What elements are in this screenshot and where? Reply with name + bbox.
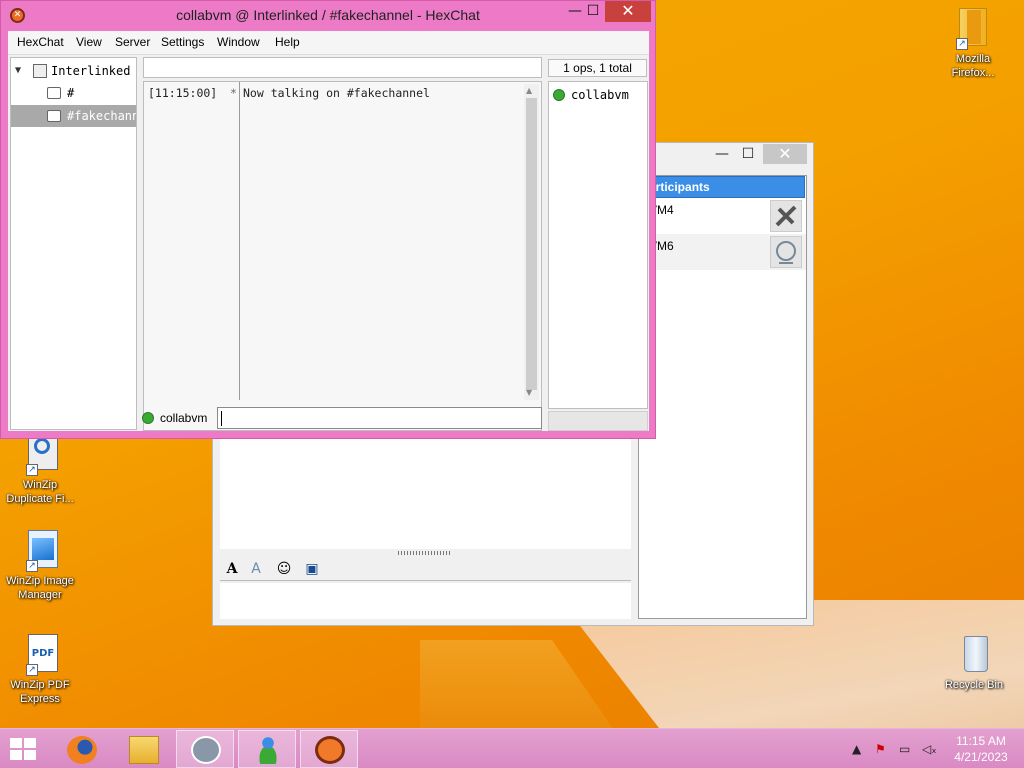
message-timestamp: [11:15:00] <box>148 86 218 100</box>
hexchat-window: ✕ collabvm @ Interlinked / #fakechannel … <box>0 0 656 439</box>
menu-settings[interactable]: Settings <box>161 35 204 49</box>
scrollbar-thumb[interactable] <box>526 98 537 390</box>
action-center-flag-icon[interactable]: ⚑ <box>875 742 886 756</box>
start-button[interactable] <box>10 738 38 760</box>
tree-item-label: Interlinked <box>51 64 131 78</box>
save-icon[interactable]: ▣ <box>302 560 322 578</box>
participants-panel: Participants VM4 VM6 <box>638 175 807 619</box>
maximize-button[interactable]: ☐ <box>735 144 761 164</box>
participant-avatar <box>770 236 802 268</box>
message-marker: * <box>230 86 237 100</box>
hexchat-client-area: HexChat View Server Settings Window Help… <box>8 31 649 431</box>
font-style-icon[interactable]: A <box>246 560 266 578</box>
user-list-buttons <box>548 411 648 431</box>
participants-header: Participants <box>640 176 805 198</box>
hexchat-icon <box>315 736 345 764</box>
desktop-icon-label: WinZip Duplicate Fi... <box>6 479 74 505</box>
window-title: collabvm @ Interlinked / #fakechannel - … <box>176 7 480 23</box>
chat-scrollbar[interactable]: ▲ ▼ <box>524 84 539 400</box>
refresh-app-icon <box>191 736 221 764</box>
nick-label: collabvm <box>160 411 208 425</box>
tree-item-channel[interactable]: # <box>11 82 136 104</box>
clock-date: 4/21/2023 <box>954 750 1008 764</box>
messenger-icon <box>253 736 283 764</box>
user-list: collabvm <box>548 81 648 409</box>
channel-tree: ▼ Interlinked # #fakechannel <box>10 57 137 430</box>
scroll-up-icon[interactable]: ▲ <box>526 86 532 95</box>
user-count: 1 ops, 1 total <box>548 59 647 77</box>
pdf-icon: PDF ↗ <box>20 632 60 676</box>
message-input[interactable] <box>217 407 542 429</box>
taskbar-hexchat[interactable] <box>300 730 358 768</box>
desktop-icon-firefox[interactable]: ↗ Mozilla Firefox... <box>933 6 1013 80</box>
taskbar-app-3[interactable] <box>176 730 234 768</box>
participant-avatar <box>770 200 802 232</box>
emoticon-icon[interactable]: ☺ <box>274 560 294 578</box>
desktop-icon-label: WinZip PDF Express <box>10 679 70 705</box>
menu-bar: HexChat View Server Settings Window Help <box>8 31 649 55</box>
close-button[interactable]: ✕ <box>605 1 651 22</box>
chat-history <box>220 433 631 549</box>
desktop-icon-winzip-duplicate[interactable]: ↗ WinZip Duplicate Fi... <box>0 432 80 506</box>
chat-message-input[interactable] <box>220 583 631 619</box>
clock-time: 11:15 AM <box>956 734 1006 748</box>
menu-help[interactable]: Help <box>275 35 300 49</box>
winzip-image-icon: ↗ <box>20 528 60 572</box>
font-icon[interactable]: A <box>222 560 242 578</box>
firefox-icon <box>67 736 97 764</box>
nick-button[interactable]: collabvm <box>142 407 218 429</box>
chat-toolbar: A A ☺ ▣ <box>220 557 631 581</box>
text-caret <box>221 411 222 426</box>
desktop-icon-label: Recycle Bin <box>944 679 1004 691</box>
system-clock[interactable]: 11:15 AM 4/21/2023 <box>944 733 1018 765</box>
tree-item-server[interactable]: ▼ Interlinked <box>11 60 136 82</box>
expand-triangle-icon[interactable]: ▼ <box>15 60 21 82</box>
folder-icon: ↗ <box>953 6 993 50</box>
taskbar-messenger[interactable] <box>238 730 296 768</box>
volume-muted-icon[interactable]: ◁ₓ <box>922 742 937 756</box>
chat-text-area[interactable]: [11:15:00] * Now talking on #fakechannel… <box>143 81 542 431</box>
user-list-item[interactable]: collabvm <box>553 88 629 102</box>
tree-item-label: # <box>67 86 75 100</box>
online-status-icon <box>142 412 154 424</box>
participant-row[interactable]: VM6 <box>639 234 806 270</box>
menu-hexchat[interactable]: HexChat <box>17 35 64 49</box>
menu-server[interactable]: Server <box>115 35 150 49</box>
recycle-bin-icon <box>954 632 994 676</box>
folder-icon <box>129 736 159 764</box>
participant-row[interactable]: VM4 <box>639 198 806 234</box>
server-icon <box>33 64 47 78</box>
online-status-icon <box>553 89 565 101</box>
close-button[interactable]: ✕ <box>763 144 807 164</box>
taskbar-firefox[interactable] <box>52 730 110 768</box>
column-separator <box>239 82 240 400</box>
desktop-icon-winzip-image[interactable]: ↗ WinZip Image Manager <box>0 528 80 602</box>
message-text: Now talking on #fakechannel <box>243 86 430 100</box>
scroll-down-icon[interactable]: ▼ <box>526 388 532 397</box>
desktop-icon-recycle-bin[interactable]: Recycle Bin <box>934 632 1014 692</box>
user-name: collabvm <box>571 88 629 102</box>
show-hidden-icons-icon[interactable]: ▲ <box>852 742 861 756</box>
network-icon[interactable]: ▭ <box>899 742 910 756</box>
windows-logo-icon <box>10 738 22 748</box>
menu-view[interactable]: View <box>76 35 102 49</box>
splitter-grip[interactable] <box>398 551 452 555</box>
topic-entry[interactable] <box>143 57 542 78</box>
maximize-button[interactable]: ☐ <box>579 1 607 22</box>
channel-icon <box>47 110 61 122</box>
taskbar-file-explorer[interactable] <box>114 730 172 768</box>
minimize-button[interactable]: — <box>709 144 735 164</box>
channel-icon <box>47 87 61 99</box>
desktop-icon-label: Mozilla Firefox... <box>951 53 995 79</box>
tree-item-channel-selected[interactable]: #fakechannel <box>11 105 136 127</box>
tree-item-label: #fakechannel <box>67 109 136 123</box>
desktop-icon-winzip-pdf[interactable]: PDF ↗ WinZip PDF Express <box>0 632 80 706</box>
menu-window[interactable]: Window <box>217 35 260 49</box>
desktop-icon-label: WinZip Image Manager <box>6 575 74 601</box>
taskbar: ▲ ⚑ ▭ ◁ₓ 11:15 AM 4/21/2023 <box>0 728 1024 768</box>
